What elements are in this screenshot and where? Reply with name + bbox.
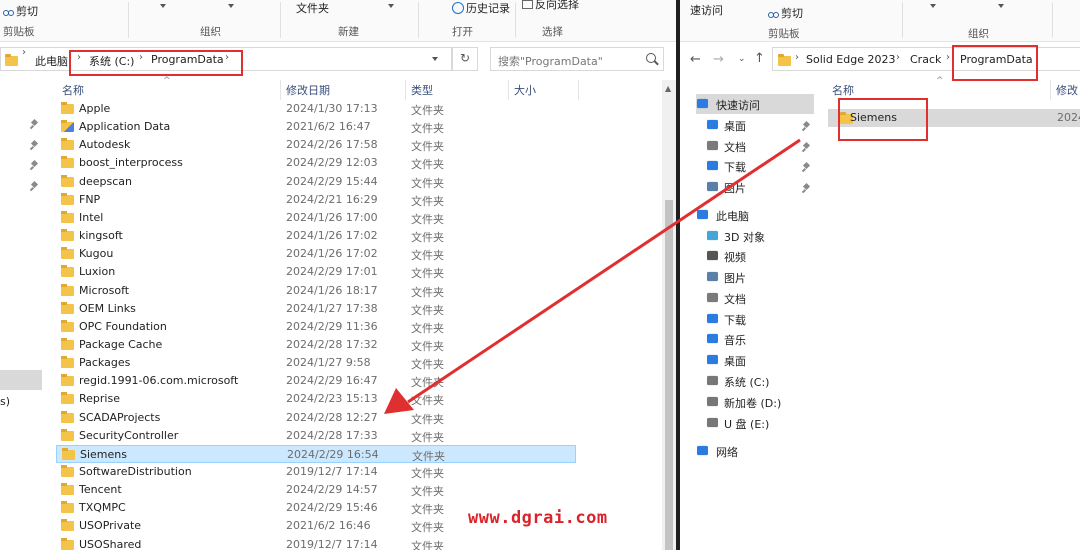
arrow-line [407, 138, 801, 404]
red-arrow-annotation [384, 138, 801, 414]
